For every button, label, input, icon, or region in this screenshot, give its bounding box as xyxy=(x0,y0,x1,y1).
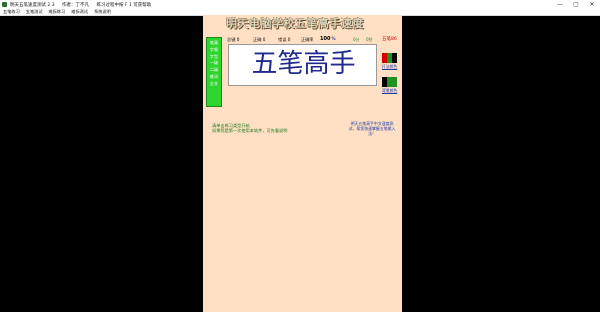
main-panel: 明天电脑学校五笔高手速度 总键 0 正确 0 错误 0 正确率 100% 0分 … xyxy=(203,15,402,312)
hint-first-time: 如果您是第一次使用本软件，可先看说明 xyxy=(212,128,288,133)
practice-display: 五笔高手 xyxy=(228,44,377,86)
side-item-roots[interactable]: 字根 xyxy=(210,47,218,54)
app-icon xyxy=(2,2,7,7)
stat-accuracy: 正确率 xyxy=(301,37,314,43)
color-swatch[interactable] xyxy=(392,58,397,63)
minimize-icon[interactable]: — xyxy=(552,0,568,9)
display-text: 五笔高手 xyxy=(251,49,356,79)
stat-errors: 错误 0 xyxy=(278,37,290,43)
title-segment: 明天五笔速度测试 2.3 xyxy=(10,2,55,8)
side-item-strokes[interactable]: 笔画 xyxy=(210,40,218,47)
brand-text: 五笔86 xyxy=(382,37,397,42)
percent-symbol: % xyxy=(331,36,336,41)
stat-value: 0 xyxy=(262,37,266,42)
menu-item-hard-test[interactable]: 难拆测试 xyxy=(68,9,91,15)
menu-item-wubi-test[interactable]: 五笔测试 xyxy=(23,9,46,15)
close-icon[interactable]: ✕ xyxy=(584,0,600,9)
time-label: 0秒 xyxy=(366,37,373,42)
color-swatch[interactable] xyxy=(392,82,397,87)
practice-type-menu: 笔画 字根 字型 一级 二级 难词 全文 xyxy=(206,37,222,107)
maximize-icon[interactable]: ▢ xyxy=(568,0,584,9)
side-item-full-text[interactable]: 全文 xyxy=(210,81,218,88)
score-label: 0分 xyxy=(353,37,360,42)
stat-label: 错误 xyxy=(278,37,287,42)
title-segment: 作者：丁不凡 xyxy=(62,2,90,8)
window-controls: — ▢ ✕ xyxy=(552,0,600,9)
title-segment: 练习过程中按 F 1 可获帮助 xyxy=(96,2,152,8)
accuracy-number: 100 xyxy=(320,36,331,42)
text-color-label[interactable]: 打法颜色 xyxy=(382,64,397,70)
stat-correct: 正确 0 xyxy=(253,37,265,43)
window-title: 明天五笔速度测试 2.3 作者：丁不凡 练习过程中按 F 1 可获帮助 xyxy=(10,2,157,8)
menu-item-system-help[interactable]: 系统说明 xyxy=(91,9,114,15)
stat-total-keys: 总键 0 xyxy=(227,37,239,43)
side-item-hard-words[interactable]: 难词 xyxy=(210,74,218,81)
stat-label: 正确率 xyxy=(301,37,314,42)
background-color-label[interactable]: 背景颜色 xyxy=(382,88,397,94)
title-bar: 明天五笔速度测试 2.3 作者：丁不凡 练习过程中按 F 1 可获帮助 — ▢ … xyxy=(0,0,600,9)
stat-value: 0 xyxy=(236,37,240,42)
stat-label: 正确 xyxy=(253,37,262,42)
stat-value: 0 xyxy=(287,37,291,42)
accuracy-value: 100% xyxy=(320,36,335,42)
menu-item-wubi-practice[interactable]: 五笔练习 xyxy=(0,9,23,15)
promo-note: 明天五笔高手中文速度测试，帮您快速掌握五笔输入法！ xyxy=(348,121,396,136)
side-item-level2[interactable]: 二级 xyxy=(210,67,218,74)
menu-item-hard-practice[interactable]: 难拆练习 xyxy=(46,9,69,15)
stat-label: 总键 xyxy=(227,37,236,42)
text-color-swatches xyxy=(382,53,397,63)
background-color-swatches xyxy=(382,77,397,87)
header-title: 明天电脑学校五笔高手速度 xyxy=(226,17,364,30)
